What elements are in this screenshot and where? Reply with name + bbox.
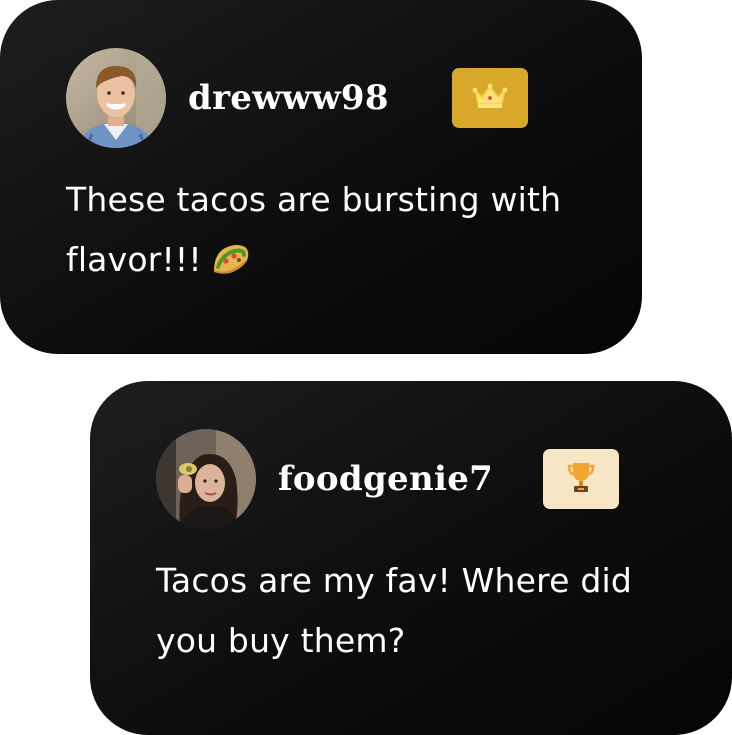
avatar[interactable] xyxy=(156,429,256,529)
comment-card: foodgenie7 Tacos are my fav! Where did y… xyxy=(90,381,732,735)
comment-header: drewww98 xyxy=(66,48,389,148)
username[interactable]: drewww98 xyxy=(188,78,389,118)
trophy-icon xyxy=(567,460,595,499)
comment-text: Tacos are my fav! Where did you buy them… xyxy=(156,551,656,671)
comment-header: foodgenie7 xyxy=(156,429,493,529)
comment-card: drewww98 These tacos are bursting with f… xyxy=(0,0,642,354)
avatar[interactable] xyxy=(66,48,166,148)
username[interactable]: foodgenie7 xyxy=(278,459,493,499)
comment-stack: drewww98 These tacos are bursting with f… xyxy=(0,0,732,735)
taco-icon xyxy=(210,236,252,296)
comment-message: Tacos are my fav! Where did you buy them… xyxy=(156,561,632,660)
trophy-badge xyxy=(543,449,619,509)
crown-icon xyxy=(472,82,508,115)
comment-message: These tacos are bursting with flavor!!! xyxy=(66,180,562,279)
crown-badge xyxy=(452,68,528,128)
comment-text: These tacos are bursting with flavor!!! xyxy=(66,170,566,296)
